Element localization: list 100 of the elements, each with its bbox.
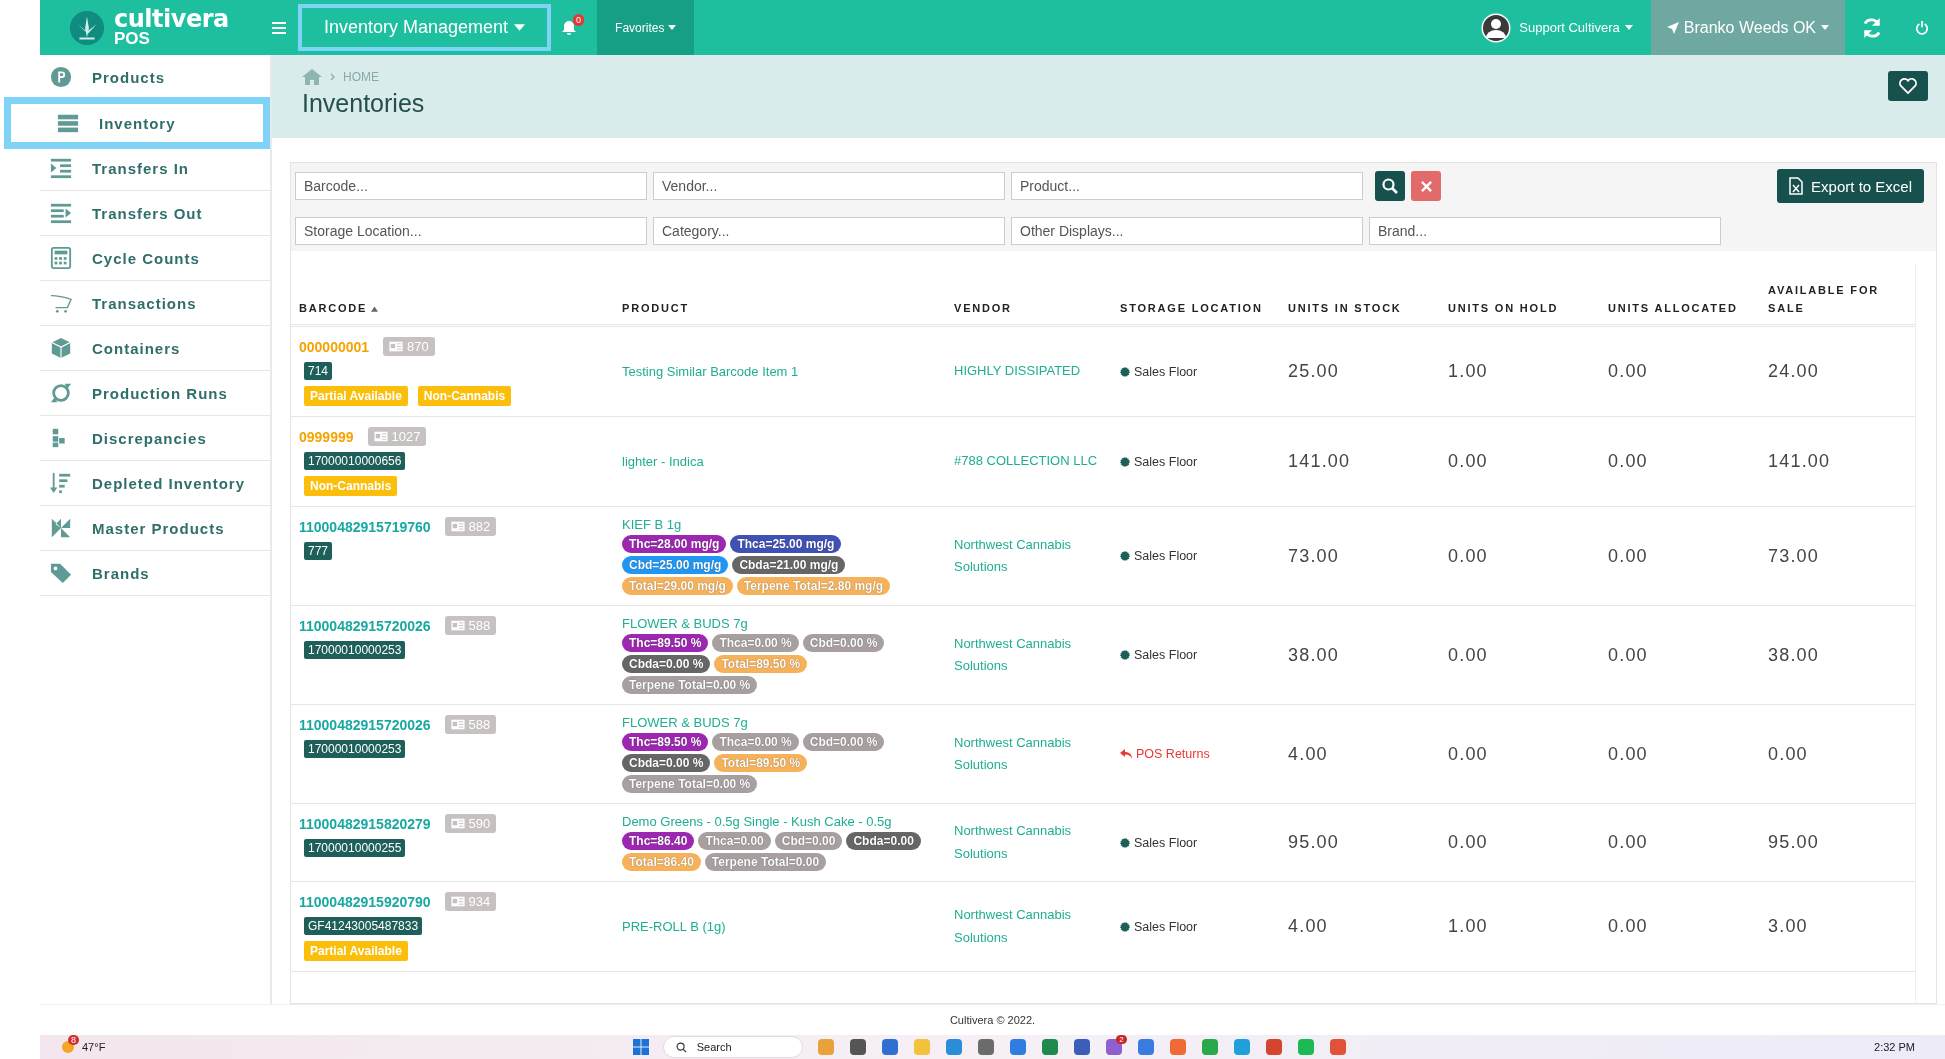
units-allocated: 0.00: [1608, 916, 1649, 937]
vendor-link[interactable]: HIGHLY DISSIPATED: [954, 360, 1104, 383]
menu-icon[interactable]: [272, 21, 286, 34]
product-link[interactable]: FLOWER & BUDS 7g: [622, 715, 938, 730]
search-button[interactable]: [1375, 171, 1405, 201]
sidebar-item[interactable]: Brands: [40, 551, 270, 596]
id-card-icon: [450, 719, 465, 730]
units-in-stock: 73.00: [1288, 545, 1341, 567]
sidebar-item[interactable]: Production Runs: [40, 371, 270, 416]
clear-button[interactable]: [1411, 171, 1441, 201]
taskbar-app-icon[interactable]: [1264, 1038, 1283, 1056]
taskbar-app-icon[interactable]: [1168, 1038, 1187, 1056]
favorites-dropdown[interactable]: Favorites: [597, 0, 695, 55]
filter-field[interactable]: Product...: [1011, 172, 1363, 200]
store-dropdown[interactable]: Branko Weeds OK: [1650, 0, 1845, 55]
sort-down-icon: [50, 472, 72, 494]
column-header[interactable]: BARCODE: [299, 299, 368, 318]
module-dropdown[interactable]: Inventory Management: [298, 4, 552, 51]
filter-field[interactable]: Brand...: [1369, 217, 1721, 245]
units-on-hold: 0.00: [1448, 743, 1489, 765]
taskbar-app-icon[interactable]: [848, 1038, 867, 1056]
filter-field[interactable]: Other Displays...: [1011, 217, 1363, 245]
package-code: 17000010000255: [304, 839, 406, 857]
potency-chip: Cbda=0.00 %: [622, 655, 711, 673]
power-icon[interactable]: [1915, 20, 1929, 35]
storage-location: Sales Floor: [1134, 454, 1198, 469]
product-link[interactable]: PRE-ROLL B (1g): [622, 919, 938, 934]
taskbar-app-icon[interactable]: [880, 1038, 899, 1056]
barcode-link[interactable]: 000000001: [299, 338, 370, 355]
barcode-link[interactable]: 11000482915820279: [299, 815, 431, 832]
vendor-link[interactable]: Northwest Cannabis Solutions: [954, 731, 1104, 777]
units-on-hold: 0.00: [1448, 451, 1489, 472]
sidebar-item[interactable]: Transfers In: [40, 146, 270, 191]
breadcrumb-link[interactable]: HOME: [343, 70, 379, 84]
filter-field[interactable]: Storage Location...: [295, 217, 647, 245]
taskbar-search[interactable]: Search: [662, 1036, 803, 1058]
sidebar-item[interactable]: Master Products: [40, 506, 270, 551]
barcode-link[interactable]: 11000482915720026: [299, 716, 431, 733]
vendor-link[interactable]: Northwest Cannabis Solutions: [954, 904, 1104, 949]
product-link[interactable]: FLOWER & BUDS 7g: [622, 616, 938, 631]
taskbar-app-icon[interactable]: [1072, 1038, 1091, 1056]
barcode-link[interactable]: 11000482915720026: [299, 617, 431, 634]
column-header[interactable]: STORAGE LOCATION: [1120, 299, 1263, 318]
count-text: 588: [468, 717, 491, 732]
favorite-button[interactable]: [1888, 71, 1928, 101]
filter-field[interactable]: Category...: [653, 217, 1005, 245]
caret-icon: [514, 24, 526, 31]
sidebar-item[interactable]: Discrepancies: [40, 416, 270, 461]
caret-icon: [668, 25, 677, 30]
id-card-icon: [389, 341, 404, 352]
vendor-link[interactable]: #788 COLLECTION LLC: [954, 450, 1104, 473]
user-dropdown[interactable]: Support Cultivera: [1515, 20, 1651, 35]
badge-icon: [1120, 837, 1130, 848]
tag-icon: [50, 562, 72, 584]
barcode-link[interactable]: 11000482915719760: [299, 518, 431, 535]
taskbar-app-icon[interactable]: [1040, 1038, 1059, 1056]
product-link[interactable]: Demo Greens - 0.5g Single - Kush Cake - 0.5g: [622, 814, 938, 829]
start-icon[interactable]: [632, 1039, 649, 1055]
sidebar-item[interactable]: Transfers Out: [40, 191, 270, 236]
filter-field[interactable]: Vendor...: [653, 172, 1005, 200]
cube-icon: [50, 337, 72, 359]
potency-chip: Terpene Total=0.00 %: [622, 676, 758, 694]
status-tag: Partial Available: [304, 386, 408, 406]
sidebar-item[interactable]: Cycle Counts: [40, 236, 270, 281]
letter-circle-icon: [50, 66, 72, 88]
product-link[interactable]: Testing Similar Barcode Item 1: [622, 364, 938, 379]
potency-chip: Cbd=0.00 %: [802, 634, 885, 652]
barcode-link[interactable]: 11000482915920790: [299, 893, 431, 910]
taskbar-app-icon[interactable]: [1104, 1038, 1123, 1056]
column-header[interactable]: PRODUCT: [622, 299, 689, 318]
taskbar-app-icon[interactable]: [944, 1038, 963, 1056]
sidebar-item[interactable]: Depleted Inventory: [40, 461, 270, 506]
refresh-icon[interactable]: [1861, 16, 1883, 39]
vendor-link[interactable]: Northwest Cannabis Solutions: [954, 632, 1104, 678]
column-header[interactable]: VENDOR: [954, 299, 1012, 318]
units-allocated: 0.00: [1608, 743, 1649, 765]
product-link[interactable]: lighter - Indica: [622, 454, 938, 469]
bell-icon[interactable]: [561, 19, 578, 36]
taskbar-app-icon[interactable]: [1328, 1038, 1347, 1056]
column-header[interactable]: AVAILABLE FOR SALE: [1768, 280, 1888, 318]
export-button[interactable]: Export to Excel: [1777, 169, 1924, 203]
weather-icon[interactable]: [60, 1039, 76, 1055]
filter-field[interactable]: Barcode...: [295, 172, 647, 200]
sidebar-item[interactable]: Inventory: [4, 97, 270, 149]
sidebar-item[interactable]: Containers: [40, 326, 270, 371]
units-in-stock: 141.00: [1288, 451, 1352, 472]
barcode-link[interactable]: 0999999: [299, 428, 354, 445]
product-link[interactable]: KIEF B 1g: [622, 517, 938, 532]
vendor-link[interactable]: Northwest Cannabis Solutions: [954, 820, 1104, 865]
vendor-link[interactable]: Northwest Cannabis Solutions: [954, 533, 1104, 579]
taskbar-app-icon[interactable]: [1136, 1038, 1155, 1056]
taskbar-app-icon[interactable]: [1008, 1038, 1027, 1056]
taskbar-app-icon[interactable]: [1200, 1038, 1219, 1056]
column-header[interactable]: UNITS IN STOCK: [1288, 299, 1402, 318]
taskbar-app-icon[interactable]: [976, 1038, 995, 1056]
column-header[interactable]: UNITS ALLOCATED: [1608, 299, 1738, 318]
storage-location: Sales Floor: [1134, 549, 1198, 563]
sidebar-item[interactable]: Transactions: [40, 281, 270, 326]
clock-text: 2:32 PM: [1874, 1041, 1915, 1053]
column-header[interactable]: UNITS ON HOLD: [1448, 299, 1559, 318]
